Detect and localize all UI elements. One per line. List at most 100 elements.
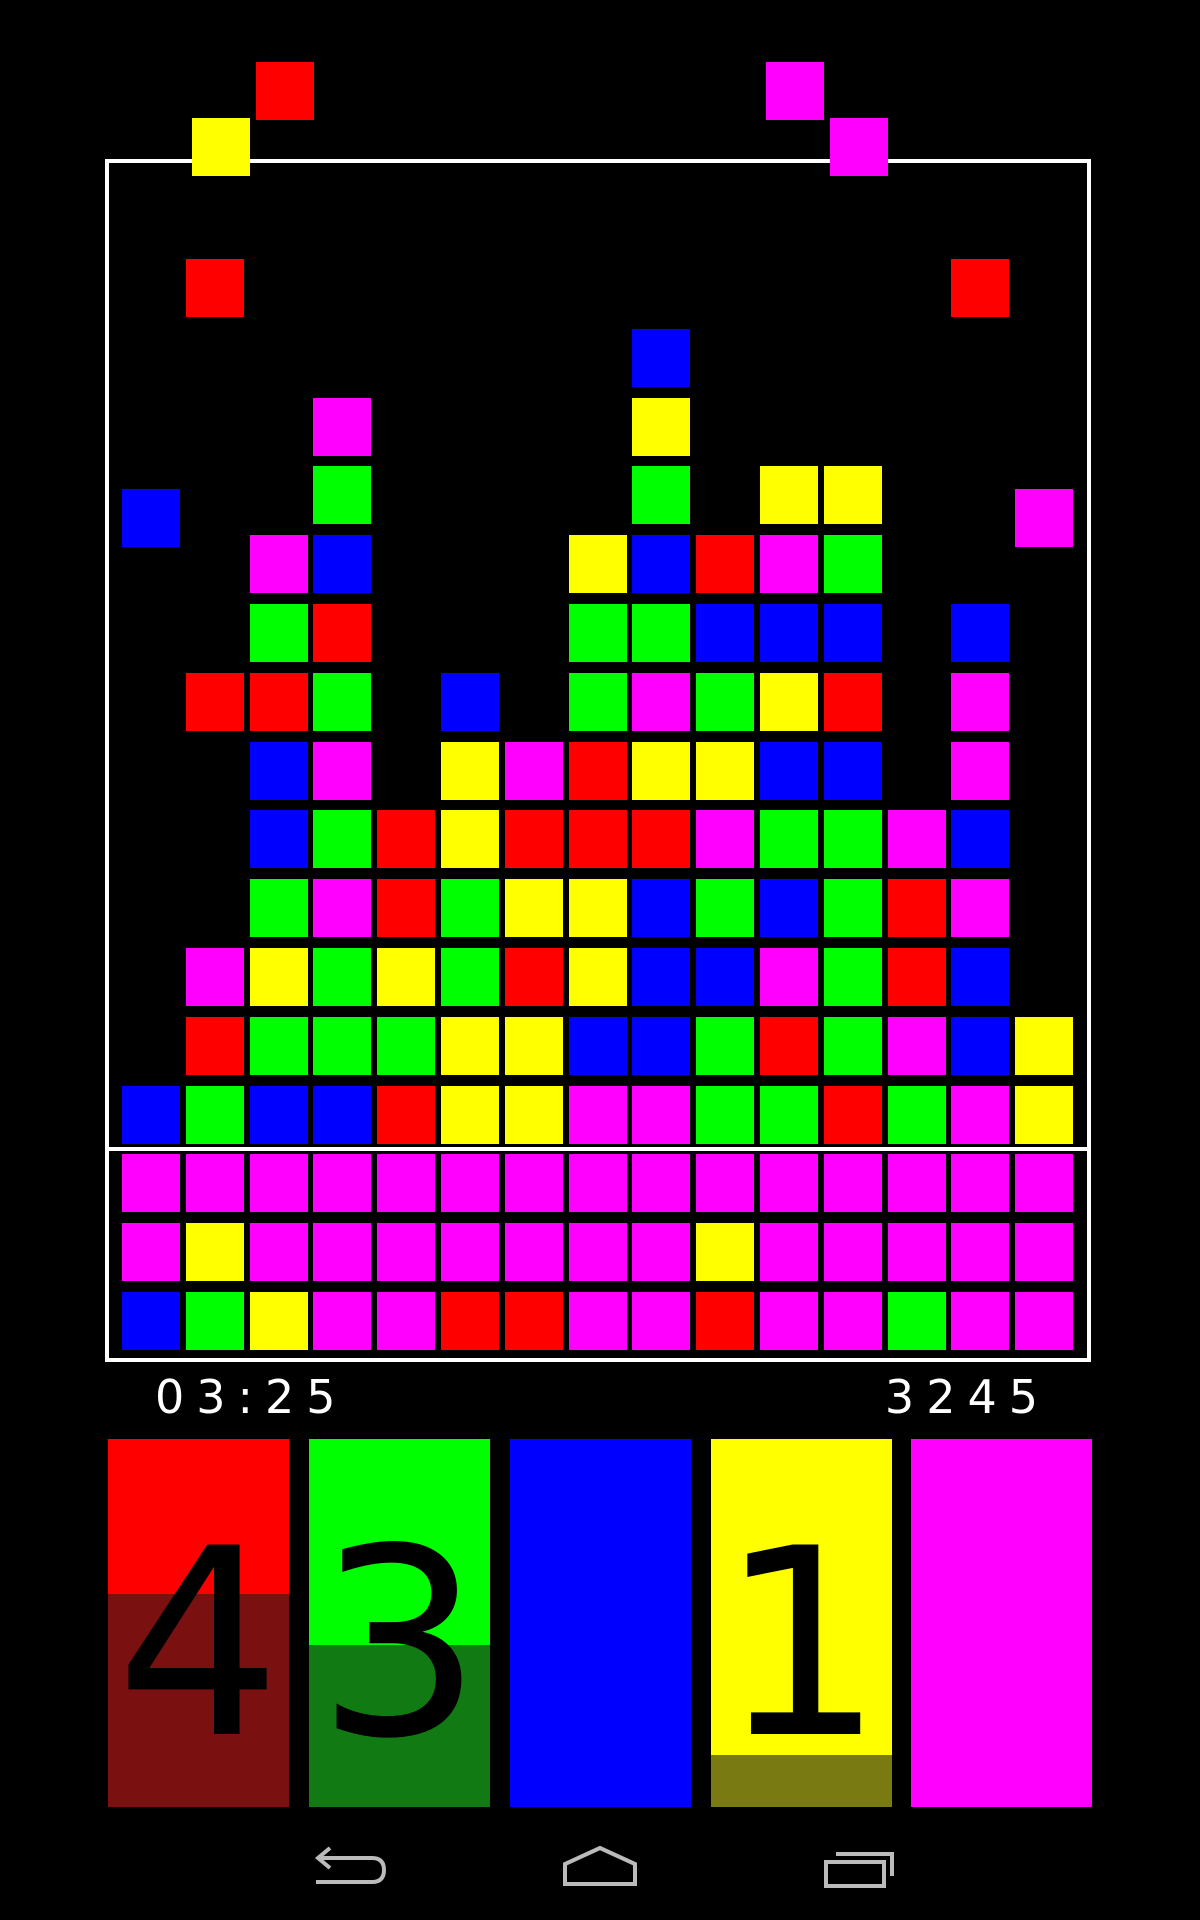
stack-block xyxy=(951,810,1010,869)
incoming-block xyxy=(766,62,824,120)
incoming-block xyxy=(829,118,888,176)
stack-block xyxy=(249,1154,308,1213)
stack-block xyxy=(441,879,499,938)
stack-block xyxy=(313,672,372,731)
stack-block xyxy=(632,672,691,731)
color-button-yellow[interactable]: 1 xyxy=(711,1439,892,1807)
stack-block xyxy=(504,741,563,800)
remaining-count: 3 xyxy=(316,1494,483,1796)
stack-block xyxy=(823,741,882,800)
stack-block xyxy=(823,672,882,731)
stack-block xyxy=(313,604,372,662)
stack-block xyxy=(313,397,372,456)
stack-block xyxy=(313,741,372,800)
stack-block xyxy=(951,948,1010,1006)
color-button-magenta[interactable] xyxy=(911,1439,1092,1807)
stack-block xyxy=(696,1154,755,1213)
stack-block xyxy=(313,535,372,594)
stack-block xyxy=(760,879,818,938)
stack-block xyxy=(185,1085,244,1144)
stack-block xyxy=(887,879,946,938)
stack-block xyxy=(249,1016,308,1075)
stack-block xyxy=(568,1292,627,1350)
stack-block xyxy=(887,1016,946,1075)
remaining-count: 1 xyxy=(718,1494,885,1796)
back-icon[interactable] xyxy=(300,1840,390,1900)
stack-block xyxy=(823,1223,882,1282)
stack-block xyxy=(632,397,691,456)
color-button-blue[interactable] xyxy=(510,1439,691,1807)
stack-block xyxy=(313,879,372,938)
stack-block xyxy=(377,1016,436,1075)
stack-block xyxy=(632,1223,691,1282)
recent-apps-icon[interactable] xyxy=(818,1840,908,1900)
home-icon[interactable] xyxy=(555,1840,645,1900)
stack-block xyxy=(377,1223,436,1282)
stack-block xyxy=(696,948,755,1006)
stack-block xyxy=(504,1085,563,1144)
stack-block xyxy=(951,1154,1010,1213)
stack-block xyxy=(377,948,436,1006)
stack-block xyxy=(760,1085,818,1144)
stack-block xyxy=(568,535,627,594)
stack-block xyxy=(1015,1154,1074,1213)
stack-block xyxy=(249,879,308,938)
stack-block xyxy=(568,1016,627,1075)
stack-block xyxy=(823,466,882,525)
stack-block xyxy=(632,604,691,662)
timer-display: 03:25 xyxy=(155,1370,348,1424)
color-button-red[interactable]: 4 xyxy=(108,1439,289,1807)
stack-block xyxy=(696,672,755,731)
stack-block xyxy=(760,948,818,1006)
stack-block xyxy=(823,1016,882,1075)
stack-block xyxy=(568,1085,627,1144)
stack-block xyxy=(951,741,1010,800)
falling-block xyxy=(951,259,1010,317)
stack-block xyxy=(313,1085,372,1144)
stack-block xyxy=(760,1154,818,1213)
stack-block xyxy=(185,1154,244,1213)
stack-block xyxy=(122,1223,180,1282)
stack-block xyxy=(951,1016,1010,1075)
stack-block xyxy=(504,1154,563,1213)
stack-block xyxy=(887,948,946,1006)
incoming-block xyxy=(255,62,314,120)
stack-block xyxy=(887,1223,946,1282)
stack-block xyxy=(313,466,372,525)
stack-block xyxy=(823,1154,882,1213)
stack-block xyxy=(760,466,818,525)
stack-block xyxy=(377,1154,436,1213)
stack-block xyxy=(249,1223,308,1282)
stack-block xyxy=(568,672,627,731)
stack-block xyxy=(122,1292,180,1350)
stack-block xyxy=(249,672,308,731)
stack-block xyxy=(122,1085,180,1144)
remaining-count: 4 xyxy=(115,1494,282,1796)
stack-block xyxy=(313,1223,372,1282)
stack-block xyxy=(823,879,882,938)
stack-block xyxy=(760,741,818,800)
stack-block xyxy=(696,879,755,938)
stack-block xyxy=(696,1016,755,1075)
stack-block xyxy=(441,1085,499,1144)
stack-block xyxy=(185,1292,244,1350)
stack-block xyxy=(377,1292,436,1350)
stack-block xyxy=(632,1016,691,1075)
stack-block xyxy=(632,879,691,938)
stack-block xyxy=(632,1292,691,1350)
stack-block xyxy=(823,1085,882,1144)
stack-block xyxy=(441,810,499,869)
stack-block xyxy=(1015,1016,1074,1075)
stack-block xyxy=(568,1154,627,1213)
stack-block xyxy=(887,1085,946,1144)
stack-block xyxy=(249,535,308,594)
color-button-green[interactable]: 3 xyxy=(309,1439,490,1807)
score-display: 3245 xyxy=(884,1370,1050,1424)
stack-block xyxy=(441,672,499,731)
stack-block xyxy=(441,1154,499,1213)
stack-block xyxy=(504,810,563,869)
stack-block xyxy=(696,604,755,662)
stack-block xyxy=(760,1292,818,1350)
stack-block xyxy=(823,810,882,869)
stack-block xyxy=(377,1085,436,1144)
